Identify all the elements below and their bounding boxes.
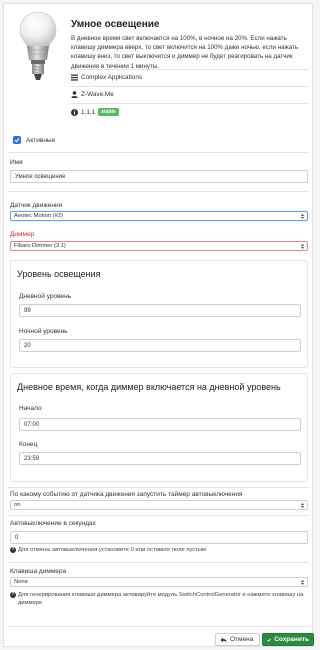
auto-off-help-text: Для отмены автовыключения установите 0 и… — [18, 547, 207, 553]
user-icon — [71, 91, 78, 98]
dimmer-key-value: None — [14, 579, 28, 585]
end-label: Конец — [19, 441, 38, 448]
divider — [7, 152, 309, 153]
form-footer: Отмена Сохранить — [7, 626, 314, 648]
night-level-label: Ночной уровень — [19, 328, 68, 335]
app-category: Complex Applications — [71, 74, 142, 81]
app-category-label: Complex Applications — [81, 74, 143, 81]
select-arrows-icon — [301, 580, 304, 585]
light-level-panel: Уровень освещения Дневной уровень 99 Ноч… — [10, 260, 308, 368]
app-config-page: Умное освещение В дневное время свет вкл… — [0, 0, 316, 650]
help-icon: ? — [10, 592, 16, 598]
active-label: Активные — [26, 136, 56, 144]
night-level-input[interactable]: 20 — [19, 339, 301, 352]
name-label: Имя — [10, 159, 23, 166]
divider — [7, 191, 309, 192]
app-version-label: 1.1.1 — [81, 108, 96, 116]
save-label: Сохранить — [274, 636, 309, 643]
auto-off-help: ? Для отмены автовыключения установите 0… — [10, 546, 308, 554]
app-title: Умное освещение — [71, 19, 160, 30]
light-bulb-icon — [19, 11, 57, 80]
motion-sensor-label: Датчик движения — [10, 202, 63, 209]
day-level-input[interactable]: 99 — [19, 304, 301, 317]
end-time-input[interactable]: 23:59 — [19, 452, 301, 465]
motion-sensor-select[interactable]: Aeotec Motion (#2) — [10, 211, 308, 221]
save-button[interactable]: Сохранить — [262, 633, 314, 646]
select-arrows-icon — [301, 244, 304, 249]
auto-off-input[interactable]: 0 — [10, 531, 308, 544]
divider — [7, 487, 309, 488]
dimmer-key-help-text: Для генерирования клавиши диммера активи… — [18, 592, 304, 607]
app-version: 1.1.1 stable — [71, 108, 119, 116]
timer-event-label: По какому событию от датчика движения за… — [10, 491, 243, 498]
help-icon: ? — [10, 547, 16, 553]
light-level-title: Уровень освещения — [17, 269, 101, 279]
start-time-input[interactable]: 07:00 — [19, 418, 301, 431]
dimmer-key-select[interactable]: None — [10, 577, 308, 587]
list-icon — [71, 74, 78, 81]
cancel-button[interactable]: Отмена — [215, 633, 260, 646]
dimmer-key-help: ? Для генерирования клавиши диммера акти… — [10, 591, 308, 608]
info-icon — [71, 108, 78, 116]
dimmer-label: Диммер — [10, 231, 35, 238]
daytime-panel: Дневное время, когда диммер включается н… — [10, 373, 308, 482]
check-icon — [14, 138, 20, 143]
check-icon — [267, 638, 272, 642]
select-arrows-icon — [301, 214, 304, 219]
dimmer-key-label: Клавиша диммера — [10, 568, 67, 575]
auto-off-label: Автовыключение в секундах — [10, 520, 96, 527]
cancel-label: Отмена — [230, 636, 254, 643]
active-checkbox[interactable] — [13, 136, 21, 144]
app-config-card: Умное освещение В дневное время свет вкл… — [3, 3, 314, 648]
dimmer-value: Fibaro Dimmer (3.1) — [14, 243, 66, 249]
dimmer-select[interactable]: Fibaro Dimmer (3.1) — [10, 241, 308, 251]
divider — [7, 562, 309, 563]
app-author: Z-Wave.Me — [71, 91, 114, 98]
day-level-label: Дневной уровень — [19, 293, 72, 300]
start-label: Начало — [19, 405, 42, 412]
undo-icon — [220, 637, 227, 643]
status-badge: stable — [98, 108, 119, 116]
active-toggle[interactable]: Активные — [13, 136, 55, 144]
divider — [7, 515, 309, 516]
timer-event-select[interactable]: on — [10, 500, 308, 510]
divider — [71, 69, 309, 70]
daytime-title: Дневное время, когда диммер включается н… — [17, 382, 281, 392]
select-arrows-icon — [301, 503, 304, 508]
divider — [71, 103, 309, 104]
divider — [71, 86, 309, 87]
app-description: В дневное время свет включается на 100%,… — [71, 35, 299, 70]
app-author-label: Z-Wave.Me — [81, 91, 114, 98]
app-header: Умное освещение В дневное время свет вкл… — [4, 4, 312, 126]
timer-event-value: on — [14, 502, 21, 508]
motion-sensor-value: Aeotec Motion (#2) — [14, 213, 63, 219]
name-input[interactable]: Умное освещение — [10, 170, 308, 183]
